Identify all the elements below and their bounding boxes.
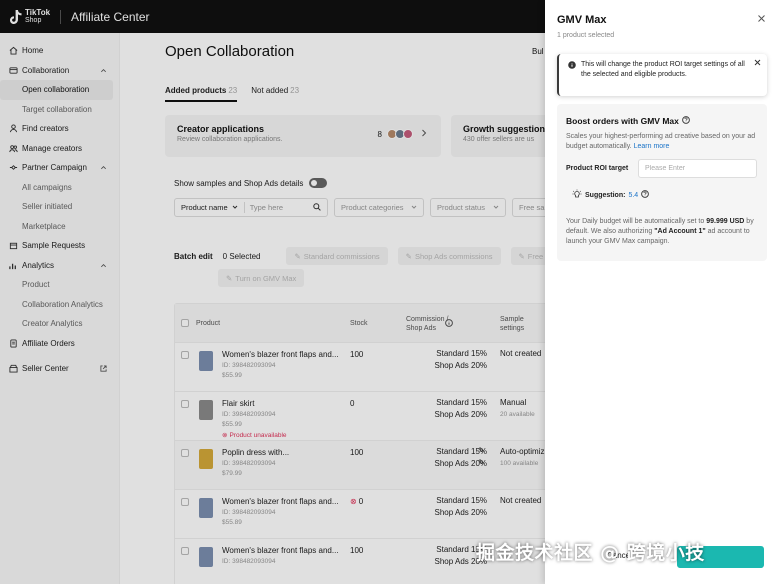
drawer-title: GMV Max <box>557 14 607 26</box>
suggestion-value[interactable]: 5.4 <box>628 192 638 199</box>
help-icon[interactable] <box>681 116 690 126</box>
roi-target-row: Product ROI target <box>566 159 758 178</box>
suggestion-row: Suggestion: 5.4 <box>572 189 758 201</box>
learn-more-link[interactable]: Learn more <box>634 143 670 150</box>
alert-text: This will change the product ROI target … <box>581 61 745 78</box>
drawer-subtitle: 1 product selected <box>557 32 615 39</box>
roi-target-input[interactable] <box>638 159 757 178</box>
roi-warning-alert: This will change the product ROI target … <box>557 54 767 96</box>
budget-note: Your Daily budget will be automatically … <box>566 218 754 245</box>
watermark: 掘金技术社区 @ 跨境小技 <box>476 542 705 564</box>
close-icon[interactable] <box>757 14 766 23</box>
gmv-max-drawer: GMV Max 1 product selected This will cha… <box>545 0 778 584</box>
suggestion-label: Suggestion: <box>585 191 626 199</box>
ad-account-name: "Ad Account 1" <box>654 228 706 235</box>
help-icon[interactable] <box>641 190 650 200</box>
boost-title: Boost orders with GMV Max <box>566 116 758 126</box>
modal-backdrop[interactable] <box>0 0 545 584</box>
lightbulb-icon <box>572 189 582 201</box>
alert-close-icon[interactable] <box>754 59 761 66</box>
boost-description: Scales your highest-performing ad creati… <box>566 133 756 150</box>
roi-target-label: Product ROI target <box>566 165 629 172</box>
info-filled-icon <box>568 61 576 69</box>
boost-section: Boost orders with GMV Max Scales your hi… <box>557 104 767 261</box>
budget-amount: 99.999 USD <box>706 218 745 225</box>
